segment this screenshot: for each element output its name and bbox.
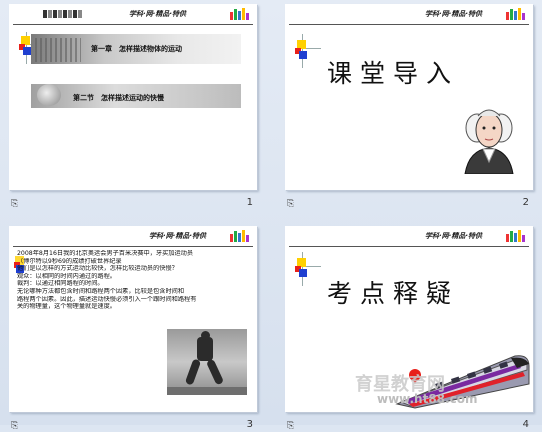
slide-transition-icon[interactable]: ⎘: [287, 421, 294, 431]
slide-body-text: 2008年8月16日我的北京奥运会男子百米决赛中，牙买加运动员 （博尔特以9秒6…: [17, 250, 249, 311]
body-line: （博尔特以9秒69的成绩打破世界纪录: [17, 257, 122, 265]
slide-number: 1: [246, 197, 253, 208]
body-line: 路程两个因素。因此，描述运动快慢必须引入一个跟时间和路程有: [17, 295, 197, 303]
watermark-url: www.ht88.com: [377, 392, 478, 406]
header-brand: 学科·网·精品·特供: [425, 232, 482, 240]
header-brand: 学科·网·精品·特供: [149, 232, 206, 240]
slide-title: 课堂导入: [327, 59, 460, 88]
body-line: 他们是以怎样的方式运动比较快，怎样比较运动员的快慢？: [17, 265, 178, 273]
slide-header: 学科·网·精品·特供: [9, 230, 257, 247]
slide-thumbnail-1[interactable]: 学科·网·精品·特供 第一章 怎样描述物体的运动 第二节 怎样描述运动的快慢 ⎘…: [9, 4, 267, 210]
body-line: 裁判：以通过相同路程的时间。: [17, 280, 104, 288]
header-brand: 学科·网·精品·特供: [129, 10, 186, 18]
slide-1[interactable]: 学科·网·精品·特供 第一章 怎样描述物体的运动 第二节 怎样描述运动的快慢: [9, 4, 257, 190]
globe-icon: [37, 84, 61, 106]
slide-number: 2: [522, 197, 529, 208]
slide-header: 学科·网·精品·特供: [9, 8, 257, 25]
portrait-icon: [464, 109, 514, 174]
slide-transition-icon[interactable]: ⎘: [11, 421, 18, 431]
slide-3[interactable]: 学科·网·精品·特供 2008年8月16日我的北京奥运会男子百米决赛中，牙买加运…: [9, 226, 257, 412]
slide-thumbnail-2[interactable]: 学科·网·精品·特供 课堂导入 ⎘ 2: [285, 4, 542, 210]
slide-header: 学科·网·精品·特供: [285, 230, 533, 247]
body-line: 无论哪种方法都包含时间和路程两个因素，比较是包含时间和: [17, 287, 185, 295]
chapter-title: 第一章 怎样描述物体的运动: [91, 45, 182, 53]
slide-header: 学科·网·精品·特供: [285, 8, 533, 25]
section-title: 第二节 怎样描述运动的快慢: [73, 94, 164, 102]
books-icon: [230, 230, 249, 242]
sprinter-photo: [167, 329, 247, 395]
body-line: 2008年8月16日我的北京奥运会男子百米决赛中，牙买加运动员: [17, 250, 194, 257]
slide-transition-icon[interactable]: ⎘: [11, 199, 18, 209]
body-line: 关的物理量，这个物理量就是速度。: [17, 303, 116, 311]
header-brand: 学科·网·精品·特供: [425, 10, 482, 18]
slide-transition-icon[interactable]: ⎘: [287, 199, 294, 209]
slide-4[interactable]: 学科·网·精品·特供 考点释疑 育星教育网 www.ht88.com: [285, 226, 533, 412]
books-icon: [506, 8, 525, 20]
slide-title: 考点释疑: [327, 279, 460, 308]
body-line: 观众：以相同的时间内通过的路程。: [17, 272, 116, 280]
slide-thumbnail-3[interactable]: 学科·网·精品·特供 2008年8月16日我的北京奥运会男子百米决赛中，牙买加运…: [9, 226, 267, 432]
slide-2[interactable]: 学科·网·精品·特供 课堂导入: [285, 4, 533, 190]
books-icon: [230, 8, 249, 20]
slide-thumbnail-4[interactable]: 学科·网·精品·特供 考点释疑 育星教育网 www.ht88.com ⎘ 4: [285, 226, 542, 432]
books-icon: [506, 230, 525, 242]
slide-sorter-canvas: 学科·网·精品·特供 第一章 怎样描述物体的运动 第二节 怎样描述运动的快慢 ⎘…: [0, 0, 542, 431]
city-silhouette-icon: [35, 38, 81, 62]
